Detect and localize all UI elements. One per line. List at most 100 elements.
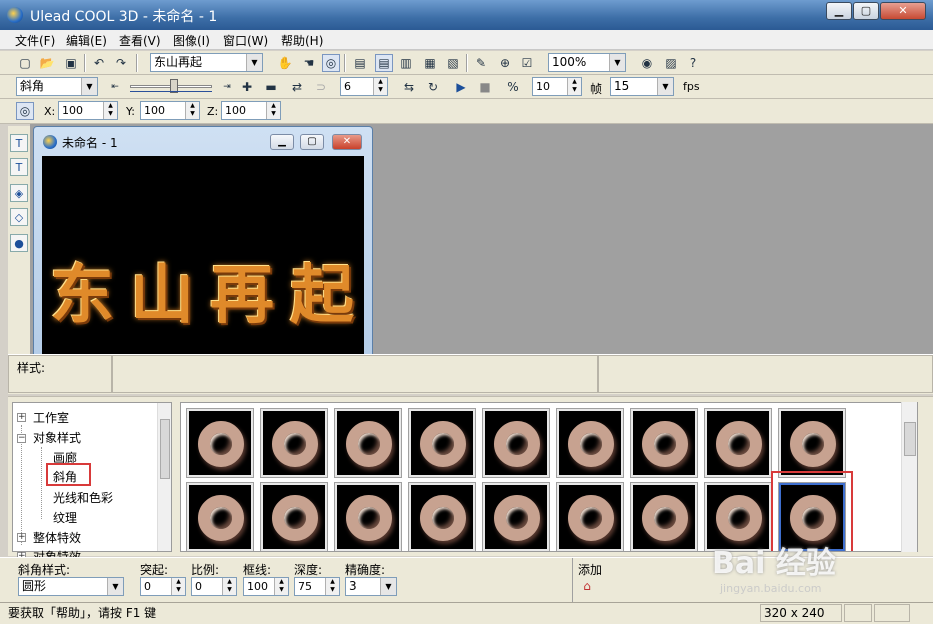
new-file-icon[interactable]: ▢ (16, 54, 34, 72)
tree-item-bevel[interactable]: 斜角 (53, 468, 77, 485)
ring-icon (642, 495, 688, 541)
undo-icon[interactable]: ↶ (90, 54, 108, 72)
bevel-thumbnail[interactable] (334, 482, 402, 551)
maximize-button[interactable]: ▢ (853, 2, 879, 20)
smooth-icon[interactable]: % (504, 78, 522, 96)
spin-arrows-icon: ▲ ▼ (185, 102, 199, 119)
preview-canvas[interactable]: 东 山 再 起 (42, 156, 364, 356)
app-icon[interactable] (7, 7, 23, 23)
edit-text-icon[interactable]: T (10, 158, 28, 176)
doc-maximize-button[interactable]: ▢ (300, 134, 324, 150)
web-icon[interactable]: ◉ (638, 54, 656, 72)
doc-minimize-button[interactable]: ▁ (270, 134, 294, 150)
play-icon[interactable]: ▶ (452, 78, 470, 96)
tree-item-global-effects[interactable]: 整体特效 (33, 529, 81, 546)
bevel-thumbnail[interactable] (260, 482, 328, 551)
rotate-hand-icon[interactable]: ☚ (300, 54, 318, 72)
precision-select[interactable]: 3 ▼ (345, 577, 397, 596)
y-spinner[interactable]: 100 ▲ ▼ (140, 101, 200, 120)
bevel-thumbnail[interactable] (186, 408, 254, 478)
menu-file[interactable]: 文件(F) (15, 32, 55, 49)
bevel-thumbnail[interactable] (334, 408, 402, 478)
front-view-icon[interactable]: ▤ (351, 54, 369, 72)
view-mode-3-icon[interactable]: ▥ (397, 54, 415, 72)
depth-spinner[interactable]: 75 ▲ ▼ (294, 577, 340, 596)
tree-item-studio[interactable]: 工作室 (33, 409, 69, 426)
hand-move-icon[interactable]: ✋ (276, 54, 294, 72)
close-button[interactable]: ✕ (880, 2, 926, 20)
scale-value: 0 (195, 580, 202, 593)
bevel-thumbnail[interactable] (482, 482, 550, 551)
position-icon[interactable]: ◎ (16, 102, 34, 120)
border-spinner[interactable]: 100 ▲ ▼ (243, 577, 289, 596)
loop-icon[interactable]: ⊃ (312, 78, 330, 96)
view-mode-4-icon[interactable]: ▦ (421, 54, 439, 72)
bevel-thumbnail[interactable] (778, 408, 846, 478)
tree-item-object-style[interactable]: 对象样式 (33, 429, 81, 446)
border-value: 100 (247, 580, 268, 593)
insert-text-icon[interactable]: T (10, 134, 28, 152)
bevel-thumbnail[interactable] (482, 408, 550, 478)
z-spinner[interactable]: 100 ▲ ▼ (221, 101, 281, 120)
frames-spinner[interactable]: 10 ▲ ▼ (532, 77, 582, 96)
globe-icon[interactable]: ⊕ (496, 54, 514, 72)
redo-icon[interactable]: ↷ (112, 54, 130, 72)
standard-toolbar: ▢ 📂 ▣ ↶ ↷ 东山再起 ▼ ✋ ☚ ◎ ▤ ▤ ▥ ▦ ▧ ✎ ⊕ ☑ 1… (0, 51, 933, 75)
doc-close-button[interactable]: ✕ (332, 134, 362, 150)
bevel-thumbnail[interactable] (408, 482, 476, 551)
fps-select[interactable]: 15 ▼ (610, 77, 674, 96)
collapse-icon[interactable]: − (17, 434, 26, 443)
tree-item-light-color[interactable]: 光线和色彩 (53, 489, 113, 506)
menu-help[interactable]: 帮助(H) (281, 32, 323, 49)
x-spinner[interactable]: 100 ▲ ▼ (58, 101, 118, 120)
text-object-select[interactable]: 东山再起 ▼ (150, 53, 263, 72)
ping-pong-icon[interactable]: ↻ (424, 78, 442, 96)
wand-icon[interactable]: ✎ (472, 54, 490, 72)
zoom-select[interactable]: 100% ▼ (548, 53, 626, 72)
bevel-thumbnail[interactable] (630, 408, 698, 478)
export-icon[interactable]: ▨ (662, 54, 680, 72)
edit-graphic-icon[interactable]: ◇ (10, 208, 28, 226)
tree-item-texture[interactable]: 纹理 (53, 509, 77, 526)
menu-edit[interactable]: 编辑(E) (66, 32, 107, 49)
view-mode-2-icon[interactable]: ▤ (375, 54, 393, 72)
thumbnail-scrollbar[interactable] (901, 402, 917, 552)
select-object-icon[interactable]: ◎ (322, 54, 340, 72)
status-image-size: 320 x 240 (760, 604, 842, 622)
repeat-icon[interactable]: ⇆ (400, 78, 418, 96)
frame-spinner[interactable]: 6 ▲ ▼ (340, 77, 388, 96)
insert-graphic-icon[interactable]: ◈ (10, 184, 28, 202)
geometric-object-icon[interactable]: ● (10, 234, 28, 252)
context-help-icon[interactable]: ? (684, 54, 702, 72)
view-mode-5-icon[interactable]: ▧ (444, 54, 462, 72)
attribute-select[interactable]: 斜角 ▼ (16, 77, 98, 96)
bevel-thumbnail[interactable] (556, 408, 624, 478)
bevel-thumbnail[interactable] (186, 482, 254, 551)
scale-spinner[interactable]: 0 ▲ ▼ (191, 577, 237, 596)
bevel-style-select[interactable]: 圆形 ▼ (18, 577, 124, 596)
protrusion-spinner[interactable]: 0 ▲ ▼ (140, 577, 186, 596)
expand-icon[interactable]: + (17, 413, 26, 422)
tree-scrollbar[interactable] (157, 403, 171, 551)
bevel-thumbnail[interactable] (704, 408, 772, 478)
bevel-thumbnail[interactable] (630, 482, 698, 551)
menu-window[interactable]: 窗口(W) (223, 32, 268, 49)
add-key-icon[interactable]: ✚ (238, 78, 256, 96)
add-to-gallery-icon[interactable]: ⌂ (578, 577, 596, 595)
timeline-slider[interactable] (130, 79, 212, 93)
bevel-thumbnail[interactable] (260, 408, 328, 478)
reverse-icon[interactable]: ⇄ (288, 78, 306, 96)
open-folder-icon[interactable]: 📂 (38, 54, 56, 72)
checkbox-icon[interactable]: ☑ (518, 54, 536, 72)
menu-image[interactable]: 图像(I) (173, 32, 210, 49)
bevel-thumbnail[interactable] (408, 408, 476, 478)
save-icon[interactable]: ▣ (62, 54, 80, 72)
bevel-thumbnail[interactable] (556, 482, 624, 551)
first-key-icon[interactable]: ⇤ (106, 78, 124, 96)
last-key-icon[interactable]: ⇥ (218, 78, 236, 96)
remove-key-icon[interactable]: ▬ (262, 78, 280, 96)
stop-icon[interactable]: ■ (476, 78, 494, 96)
minimize-button[interactable]: ▁ (826, 2, 852, 20)
expand-icon[interactable]: + (17, 533, 26, 542)
menu-view[interactable]: 查看(V) (119, 32, 161, 49)
